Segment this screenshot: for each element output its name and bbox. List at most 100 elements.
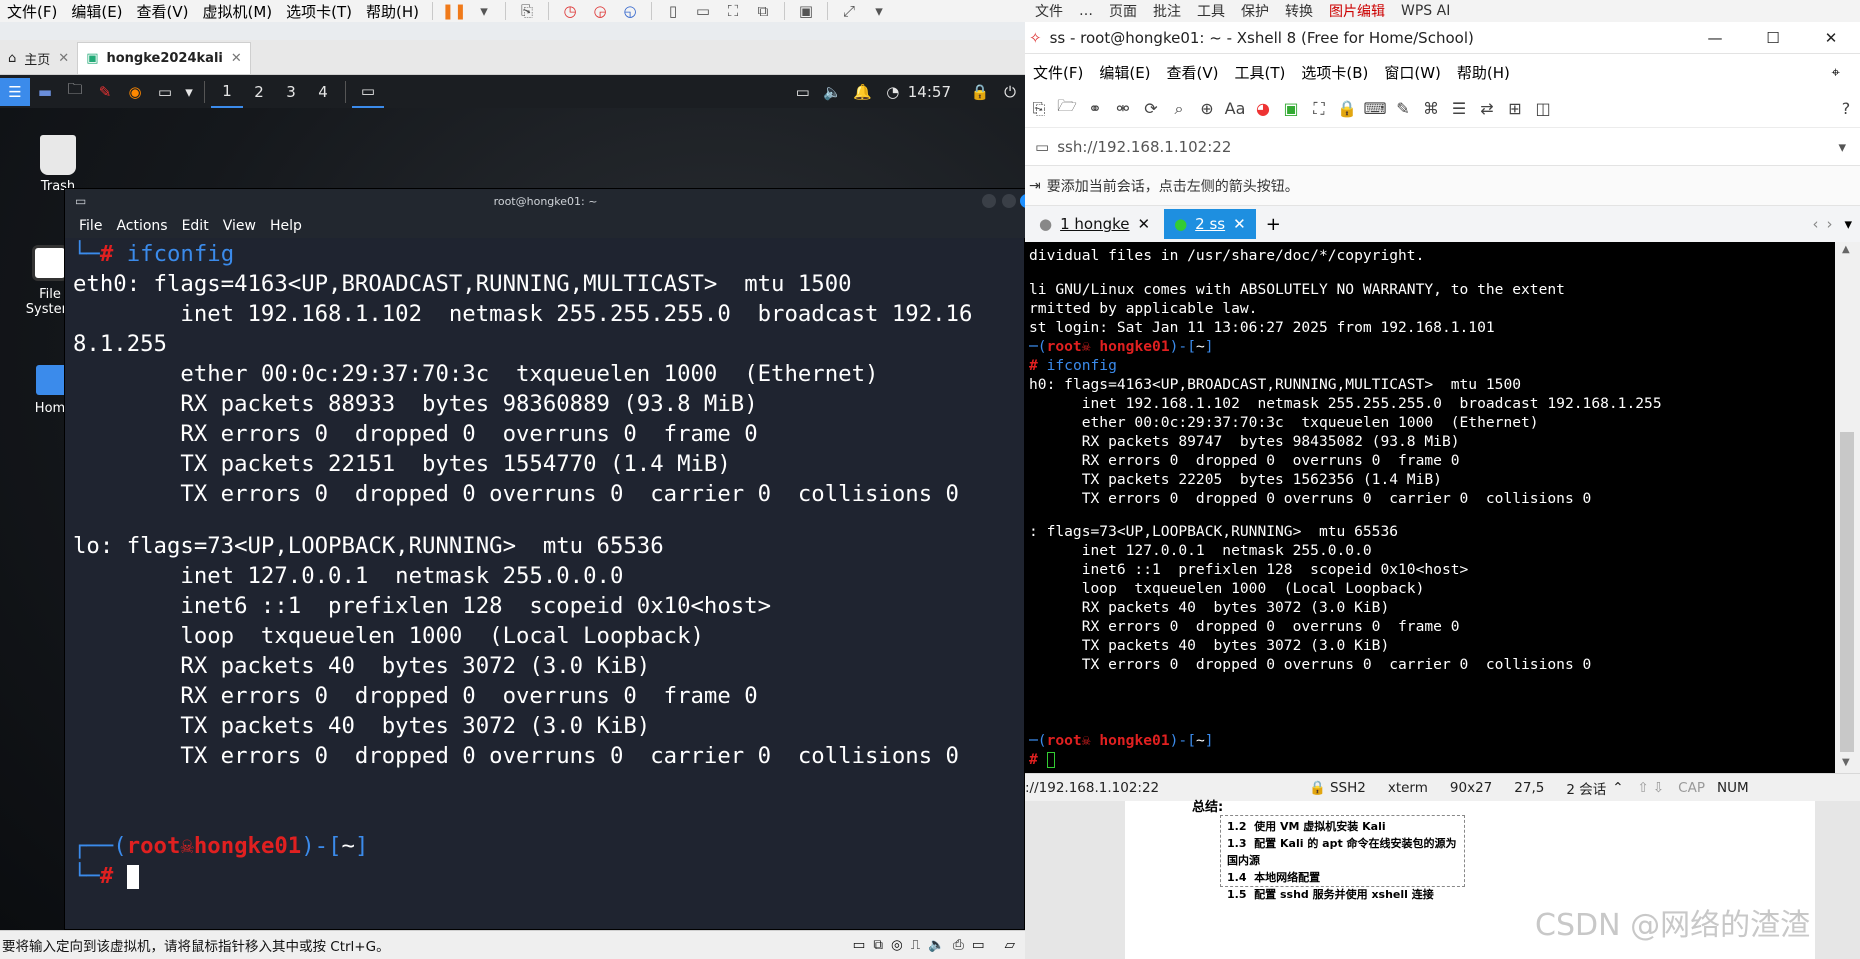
new-session-icon[interactable]: ⎘ [1025, 99, 1053, 119]
menu-tools[interactable]: 工具(T) [1227, 62, 1294, 83]
panel-clock[interactable]: 14:57 [908, 83, 951, 101]
scrollbar[interactable]: ▲ ▼ [1835, 242, 1860, 773]
menu-file[interactable]: 文件(F) [0, 1, 64, 22]
ribbon-item[interactable]: 图片编辑 [1329, 1, 1385, 21]
scroll-down-icon[interactable]: ▼ [1842, 757, 1850, 768]
close-icon[interactable]: ✕ [1138, 215, 1151, 233]
console-icon[interactable]: ▣ [791, 0, 821, 22]
revert-snapshot-icon[interactable]: ◶ [585, 0, 615, 22]
unity-icon[interactable]: ⧉ [748, 0, 778, 22]
open-folder-icon[interactable]: 🗁 [1053, 95, 1081, 122]
ribbon-item[interactable]: 页面 [1109, 1, 1137, 21]
workspace-2[interactable]: 2 [243, 75, 275, 108]
menu-tabs[interactable]: 选项卡(T) [279, 1, 359, 22]
stretch-icon[interactable]: ⤢ [834, 0, 864, 22]
maximize-button[interactable] [1002, 194, 1016, 208]
arrow-up-icon[interactable]: ⇧ [1638, 780, 1649, 796]
dropdown-icon[interactable]: ▾ [469, 0, 499, 22]
tab-next-icon[interactable]: › [1826, 215, 1832, 233]
firefox-icon[interactable]: ◉ [120, 78, 150, 106]
menu-edit[interactable]: 编辑(E) [1091, 62, 1158, 83]
menu-file[interactable]: 文件(F) [1025, 62, 1091, 83]
font-icon[interactable]: Aa [1221, 99, 1249, 118]
notification-bell-icon[interactable]: 🔔 [848, 78, 878, 106]
status-sessions[interactable]: 2 会话 [1566, 778, 1606, 798]
keyboard-icon[interactable]: ⌨ [1361, 99, 1389, 118]
ribbon-item[interactable]: 工具 [1197, 1, 1225, 21]
fullscreen-icon[interactable]: ⛶ [1305, 99, 1333, 119]
session-tab-2[interactable]: ● 2 ss ✕ [1164, 209, 1256, 239]
menu-tabs[interactable]: 选项卡(B) [1293, 62, 1376, 83]
volume-icon[interactable]: 🔈 [818, 78, 848, 106]
thumbnail-icon[interactable]: ▭ [688, 0, 718, 22]
workspace-3[interactable]: 3 [275, 75, 307, 108]
close-button[interactable]: ✕ [1802, 29, 1860, 47]
arrow-icon[interactable]: ⇥ [1029, 178, 1041, 194]
maximize-button[interactable]: ☐ [1744, 29, 1802, 47]
transfer-icon[interactable]: ⇄ [1473, 99, 1501, 118]
sidebar-icon[interactable]: ▯ [658, 0, 688, 22]
minimize-button[interactable]: — [1686, 29, 1744, 47]
text-editor-icon[interactable]: ✎ [90, 78, 120, 106]
help-icon[interactable]: ? [1832, 99, 1860, 118]
usb-icon[interactable]: ⎍ [911, 937, 920, 953]
menu-help[interactable]: 帮助(H) [359, 1, 426, 22]
menu-view[interactable]: 查看(V) [1159, 62, 1227, 83]
toc-item[interactable]: 1.2 使用 VM 虚拟机安装 Kali [1227, 818, 1464, 835]
lock-icon[interactable]: 🔒 [1333, 99, 1361, 118]
ribbon-item[interactable]: 保护 [1241, 1, 1269, 21]
ribbon-item[interactable]: WPS AI [1401, 3, 1450, 19]
tab-prev-icon[interactable]: ‹ [1812, 215, 1818, 233]
chevron-down-icon[interactable]: ▾ [1838, 138, 1846, 156]
xftp-icon[interactable]: ▣ [1277, 99, 1305, 118]
send-ctrl-alt-del-icon[interactable]: ⎘ [512, 0, 542, 22]
menu-actions[interactable]: Actions [116, 218, 167, 234]
search-icon[interactable]: ⌕ [1165, 99, 1193, 119]
menu-edit[interactable]: 编辑(E) [64, 1, 129, 22]
display-icon[interactable]: ▭ [972, 937, 985, 953]
taskbar-terminal-icon[interactable]: ▭ [352, 75, 384, 108]
vm-screen[interactable]: ☰ ▬ 🗀 ✎ ◉ ▭ ▾ 1 2 3 4 ▭ ▭ 🔈 🔔 ◔ 14:57 🔒 … [0, 75, 1025, 930]
tab-home[interactable]: ⌂ 主页 ✕ [0, 42, 77, 74]
new-tab-icon[interactable]: ⊞ [1501, 99, 1529, 118]
session-tab-1[interactable]: ● 1 hongke ✕ [1029, 209, 1160, 239]
connect-icon[interactable]: ⚭ [1081, 99, 1109, 118]
toc-item[interactable]: 1.5 配置 sshd 服务并使用 xshell 连接 [1227, 886, 1464, 903]
toc-item[interactable]: 1.4 本地网络配置 [1227, 869, 1464, 886]
menu-view[interactable]: View [223, 218, 256, 234]
script-icon[interactable]: ⌘ [1417, 99, 1445, 118]
dropdown-icon[interactable]: ▾ [864, 0, 894, 22]
layout-icon[interactable]: ◫ [1529, 99, 1557, 118]
pause-icon[interactable]: ❚❚ [439, 0, 469, 22]
ribbon-item[interactable]: 文件 [1035, 1, 1063, 21]
menu-file[interactable]: File [79, 218, 102, 234]
close-icon[interactable]: ✕ [231, 51, 242, 66]
close-icon[interactable]: ✕ [58, 51, 69, 66]
disconnect-icon[interactable]: ⚮ [1109, 99, 1137, 118]
xshell-terminal[interactable]: dividual files in /usr/share/doc/*/copyr… [1025, 242, 1835, 773]
scroll-up-icon[interactable]: ▲ [1842, 244, 1850, 255]
minimize-button[interactable] [982, 194, 996, 208]
scrollbar-thumb[interactable] [1840, 432, 1854, 752]
network-icon[interactable]: ⧉ [873, 937, 883, 953]
color-scheme-icon[interactable]: ◕ [1249, 99, 1277, 118]
chevron-down-icon[interactable]: ▾ [180, 78, 198, 106]
sound-icon[interactable]: 🔈 [928, 937, 945, 953]
menu-vm[interactable]: 虚拟机(M) [196, 1, 280, 22]
terminal-window[interactable]: ▭ root@hongke01: ~ File Actions Edit Vie… [64, 188, 1025, 930]
kali-menu-icon[interactable]: ☰ [0, 77, 30, 106]
tab-list-icon[interactable]: ▾ [1844, 215, 1852, 233]
cd-icon[interactable]: ◎ [891, 937, 903, 953]
menu-window[interactable]: 窗口(W) [1376, 62, 1449, 83]
desktop-icon-trash[interactable]: Trash [28, 135, 88, 194]
menu-edit[interactable]: Edit [182, 218, 209, 234]
snapshot-icon[interactable]: ◷ [555, 0, 585, 22]
terminal-titlebar[interactable]: ▭ root@hongke01: ~ [65, 189, 1025, 213]
power-icon[interactable]: ⏻ [995, 78, 1025, 106]
fullscreen-icon[interactable]: ⛶ [718, 0, 748, 22]
lock-icon[interactable]: 🔒 [965, 78, 995, 106]
display-icon[interactable]: ▭ [788, 78, 818, 106]
ribbon-item[interactable]: 转换 [1285, 1, 1313, 21]
ribbon-item[interactable]: … [1079, 3, 1093, 19]
message-icon[interactable]: ▱ [1005, 937, 1015, 953]
